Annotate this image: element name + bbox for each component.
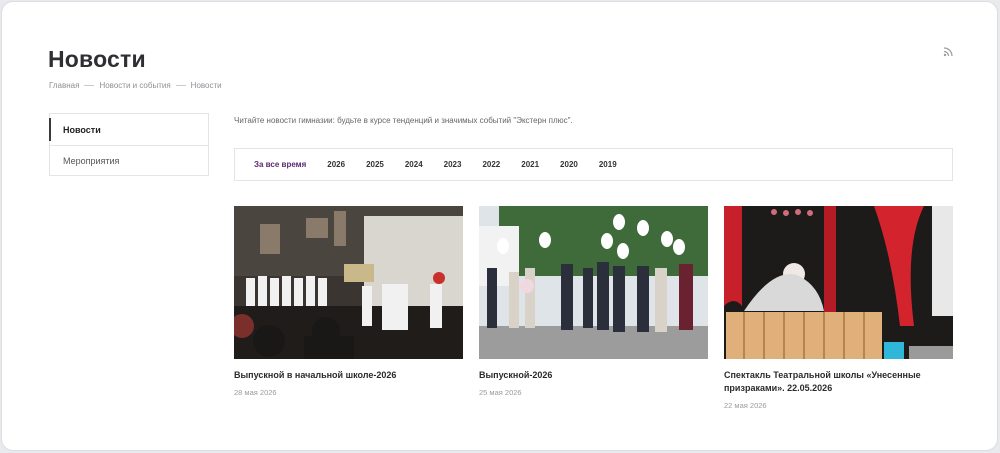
year-tab-2026[interactable]: 2026 (327, 160, 345, 169)
news-title[interactable]: Выпускной в начальной школе-2026 (234, 369, 463, 382)
year-tab-2020[interactable]: 2020 (560, 160, 578, 169)
year-tab-2021[interactable]: 2021 (521, 160, 539, 169)
news-title[interactable]: Спектакль Театральной школы «Унесенные п… (724, 369, 953, 395)
news-date: 25 мая 2026 (479, 388, 522, 397)
year-tab-2025[interactable]: 2025 (366, 160, 384, 169)
rss-icon[interactable] (943, 47, 953, 57)
news-photo-theatre-performance[interactable] (724, 206, 953, 359)
breadcrumb-current: Новости (190, 81, 222, 90)
year-tab-all[interactable]: За все время (254, 160, 306, 169)
news-date: 28 мая 2026 (234, 388, 277, 397)
news-title[interactable]: Выпускной-2026 (479, 369, 708, 382)
breadcrumb-news-events[interactable]: Новости и события (99, 81, 170, 90)
page-title: Новости (48, 46, 146, 72)
news-photo-graduation-stage[interactable] (234, 206, 463, 359)
sidebar-item-events[interactable]: Мероприятия (50, 145, 208, 176)
breadcrumb-separator (175, 85, 186, 86)
sidebar-menu: Новости Мероприятия (49, 113, 209, 176)
year-tab-2022[interactable]: 2022 (482, 160, 500, 169)
intro-text: Читайте новости гимназии: будьте в курсе… (234, 116, 573, 125)
breadcrumb: Главная Новости и события Новости (49, 81, 222, 90)
sidebar-item-news[interactable]: Новости (49, 114, 208, 145)
page-frame: Новости Главная Новости и события Новост… (1, 1, 998, 451)
year-filter: За все время 2026 2025 2024 2023 2022 20… (234, 148, 953, 181)
news-photo-graduates-balloons[interactable] (479, 206, 708, 359)
news-card[interactable]: Спектакль Театральной школы «Унесенные п… (724, 206, 953, 410)
breadcrumb-home[interactable]: Главная (49, 81, 79, 90)
news-date: 22 мая 2026 (724, 401, 767, 410)
news-card[interactable]: Выпускной в начальной школе-2026 28 мая … (234, 206, 463, 397)
year-tab-2024[interactable]: 2024 (405, 160, 423, 169)
year-tab-2019[interactable]: 2019 (599, 160, 617, 169)
year-tab-2023[interactable]: 2023 (444, 160, 462, 169)
news-card[interactable]: Выпускной-2026 25 мая 2026 (479, 206, 708, 397)
breadcrumb-separator (84, 85, 95, 86)
